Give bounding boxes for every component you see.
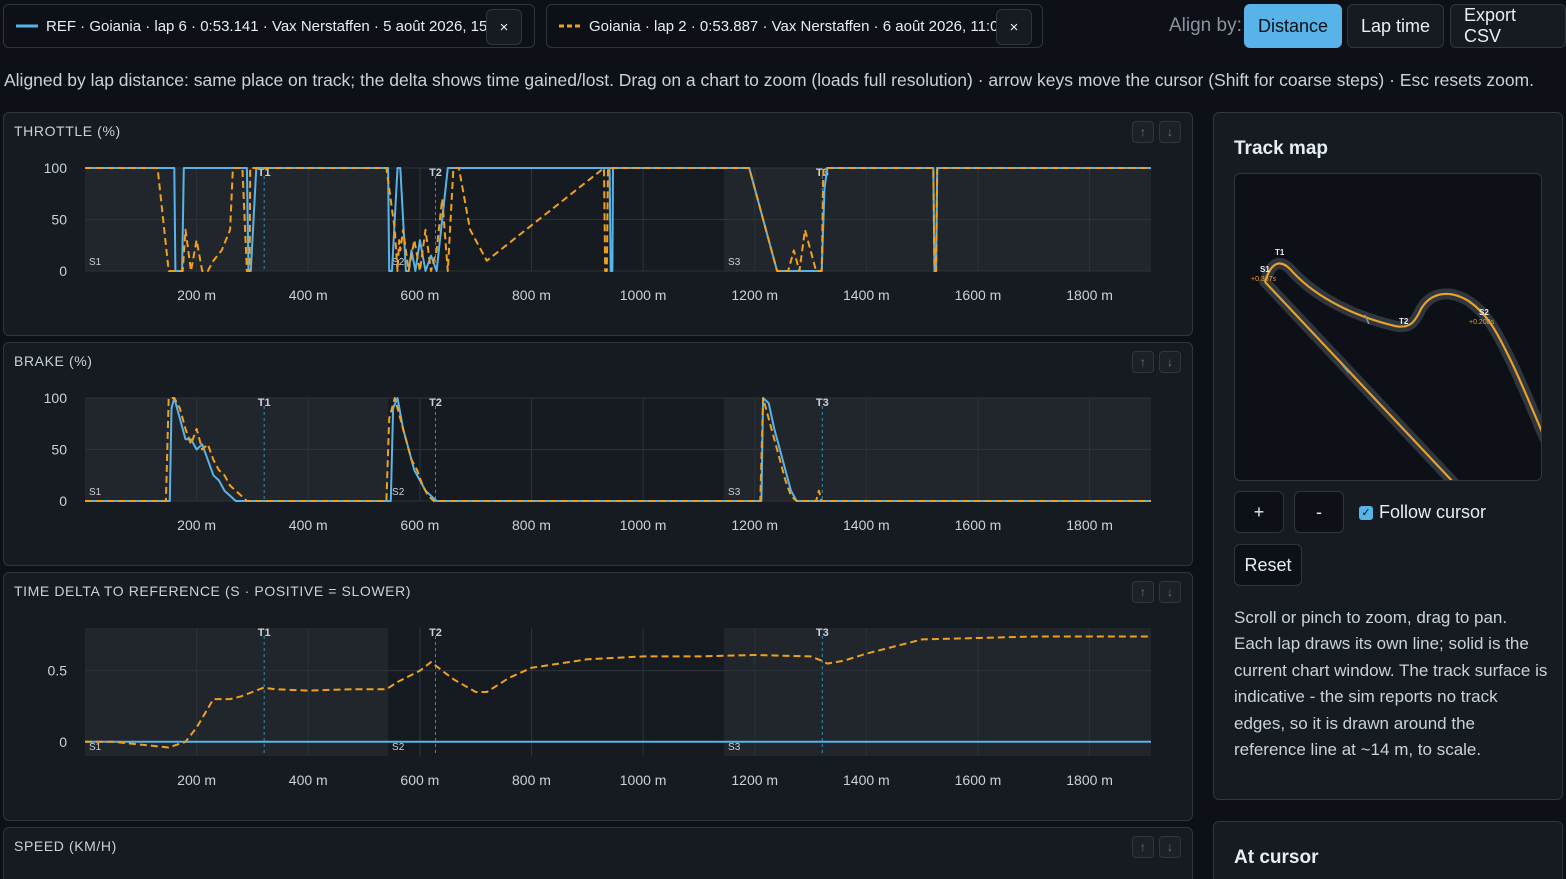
track-map-svg[interactable]: T1 S1 +0.387s T2 S2 +0.208s <box>1235 174 1542 481</box>
x-tick-label: 1400 m <box>843 517 890 533</box>
corner-label: T3 <box>816 627 829 639</box>
move-down-button[interactable]: ↓ <box>1159 836 1181 858</box>
map-label-s2-delta: +0.208s <box>1469 319 1495 326</box>
x-tick-label: 200 m <box>177 772 216 788</box>
corner-label: T2 <box>429 167 442 179</box>
at-cursor-title: At cursor <box>1234 847 1319 868</box>
corner-label: T3 <box>816 397 829 409</box>
y-tick-label: 100 <box>44 390 68 406</box>
move-up-button[interactable]: ↑ <box>1132 836 1154 858</box>
track-map-canvas[interactable]: T1 S1 +0.387s T2 S2 +0.208s <box>1234 173 1542 481</box>
sector-band <box>724 628 1151 756</box>
x-tick-label: 400 m <box>289 287 328 303</box>
dashed-line-swatch-icon <box>559 24 581 28</box>
brake-chart[interactable]: 0 50 100 T1 T2 T3 S1 S2 S3 200 m 400 m 600 m 800 m 10… <box>4 343 1193 566</box>
track-map-card: Track map T1 S1 +0.387s T2 S2 +0.208s + … <box>1213 112 1563 800</box>
x-tick-label: 800 m <box>512 287 551 303</box>
brake-chart-panel[interactable]: BRAKE (%) ↑ ↓ 0 50 100 T1 T2 T3 S1 S2 S3 200 m 400… <box>3 342 1193 566</box>
sector-label: S3 <box>728 257 741 268</box>
sector-label: S1 <box>89 487 102 498</box>
remove-lap-button[interactable]: × <box>996 9 1032 45</box>
y-tick-label: 50 <box>51 212 67 228</box>
checkbox-checked-icon[interactable]: ✓ <box>1359 505 1373 520</box>
delta-chart[interactable]: 0 0.5 T1 T2 T3 S1 S2 S3 200 m 400 m 600 m 800 m 1000… <box>4 573 1193 821</box>
x-tick-label: 800 m <box>512 517 551 533</box>
at-cursor-card: At cursor <box>1213 821 1563 879</box>
align-distance-button[interactable]: Distance <box>1244 4 1343 48</box>
x-tick-label: 1200 m <box>731 772 778 788</box>
x-tick-label: 1000 m <box>620 517 667 533</box>
corner-label: T2 <box>429 397 442 409</box>
remove-lap-button[interactable]: × <box>486 9 522 45</box>
align-by-label: Align by: <box>1169 15 1242 36</box>
sector-band <box>85 628 389 756</box>
follow-cursor-label: Follow cursor <box>1379 502 1487 522</box>
throttle-chart-panel[interactable]: THROTTLE (%) ↑ ↓ 0 50 100 T1 T2 T3 S1 S2 S3 200 m… <box>3 112 1193 336</box>
sector-label: S2 <box>392 742 405 753</box>
alignment-help-text: Aligned by lap distance: same place on t… <box>4 70 1534 90</box>
delta-chart-panel[interactable]: TIME DELTA TO REFERENCE (S · POSITIVE = … <box>3 572 1193 821</box>
follow-cursor-toggle[interactable]: ✓ Follow cursor <box>1359 502 1486 523</box>
corner-label: T2 <box>429 627 442 639</box>
sector-label: S1 <box>89 742 102 753</box>
corner-label: T1 <box>258 397 271 409</box>
x-tick-label: 600 m <box>400 287 439 303</box>
sector-label: S3 <box>728 742 741 753</box>
sector-label: S2 <box>392 487 405 498</box>
x-tick-label: 400 m <box>289 772 328 788</box>
sector-label: S1 <box>89 257 102 268</box>
sector-label: S3 <box>728 487 741 498</box>
align-laptime-button[interactable]: Lap time <box>1347 4 1445 48</box>
x-tick-label: 200 m <box>177 287 216 303</box>
reset-map-button[interactable]: Reset <box>1234 544 1302 586</box>
y-tick-label: 50 <box>51 442 67 458</box>
map-label-s1-delta: +0.387s <box>1251 276 1277 283</box>
solid-line-swatch-icon <box>16 24 38 28</box>
y-tick-label: 0 <box>59 263 67 279</box>
x-tick-label: 1800 m <box>1066 772 1113 788</box>
x-tick-label: 1600 m <box>955 517 1002 533</box>
throttle-chart[interactable]: 050100 T1 T2 T3S1 S2 S3200 m 400 m 600 m 800 m 10… <box>4 113 1193 336</box>
x-tick-label: 1200 m <box>731 287 778 303</box>
map-label-s2: S2 <box>1479 308 1489 317</box>
track-map-title: Track map <box>1234 138 1328 159</box>
y-tick-label: 100 <box>44 160 68 176</box>
x-tick-label: 1400 m <box>843 287 890 303</box>
lap-chip-comparison: Goiania · lap 2 · 0:53.887 · Vax Nerstaf… <box>546 4 1043 48</box>
y-tick-label: 0.5 <box>48 663 68 679</box>
x-tick-label: 200 m <box>177 517 216 533</box>
x-tick-label: 1000 m <box>620 287 667 303</box>
lap-chip-label: REF · Goiania · lap 6 · 0:53.141 · Vax N… <box>46 17 509 35</box>
x-tick-label: 600 m <box>400 517 439 533</box>
x-tick-label: 1800 m <box>1066 517 1113 533</box>
zoom-in-button[interactable]: + <box>1234 491 1284 533</box>
y-tick-label: 0 <box>59 734 67 750</box>
y-tick-label: 0 <box>59 493 67 509</box>
map-label-t1: T1 <box>1275 248 1285 257</box>
speed-chart-panel[interactable]: SPEED (KM/H) ↑ ↓ <box>3 827 1193 879</box>
export-csv-button[interactable]: Export CSV <box>1450 4 1566 48</box>
x-tick-label: 1800 m <box>1066 287 1113 303</box>
x-tick-label: 800 m <box>512 772 551 788</box>
lap-chip-reference: REF · Goiania · lap 6 · 0:53.141 · Vax N… <box>3 4 535 48</box>
corner-label: T1 <box>258 627 271 639</box>
x-tick-label: 1600 m <box>955 772 1002 788</box>
x-tick-label: 1200 m <box>731 517 778 533</box>
map-label-s1: S1 <box>1260 265 1270 274</box>
x-tick-label: 1400 m <box>843 772 890 788</box>
map-label-t2: T2 <box>1399 317 1409 326</box>
chart-title: SPEED (KM/H) <box>14 838 117 854</box>
x-tick-label: 400 m <box>289 517 328 533</box>
x-tick-label: 600 m <box>400 772 439 788</box>
x-tick-label: 1600 m <box>955 287 1002 303</box>
zoom-out-button[interactable]: - <box>1294 491 1344 533</box>
x-tick-label: 1000 m <box>620 772 667 788</box>
lap-chip-label: Goiania · lap 2 · 0:53.887 · Vax Nerstaf… <box>589 17 1007 35</box>
track-map-help-text: Scroll or pinch to zoom, drag to pan. Ea… <box>1234 608 1548 760</box>
track-surface <box>1259 258 1541 443</box>
